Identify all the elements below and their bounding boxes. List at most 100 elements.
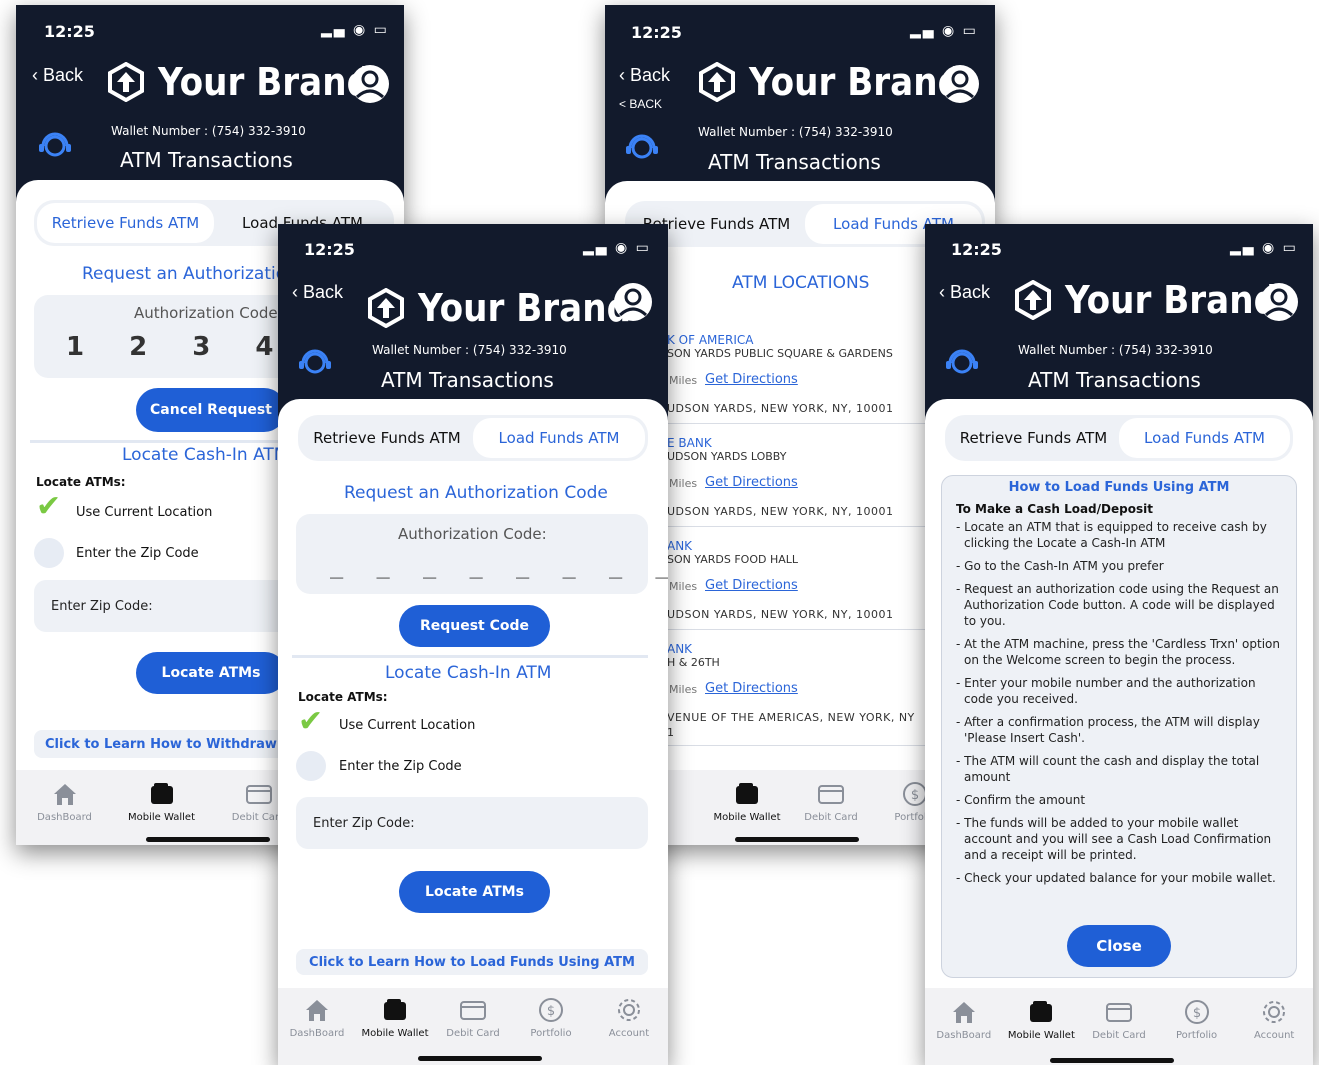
back-button[interactable]: ‹ Back	[939, 282, 990, 303]
learn-load-funds-link[interactable]: Click to Learn How to Load Funds Using A…	[296, 949, 648, 975]
wallet-number: Wallet Number : (754) 332-3910	[1018, 343, 1213, 357]
nav-portfolio[interactable]: $ Portfolio	[512, 996, 590, 1065]
instruction-step: - Locate an ATM that is equipped to rece…	[956, 520, 1267, 550]
auth-code-placeholder: _ _ _ _ _ _ _ _	[330, 554, 668, 579]
svg-text:$: $	[911, 788, 919, 803]
cancel-request-button[interactable]: Cancel Request	[136, 388, 286, 432]
back-button[interactable]: ‹ Back	[292, 282, 343, 303]
nav-dashboard[interactable]: DashBoard	[278, 996, 356, 1065]
enter-zip-option[interactable]: Enter the Zip Code	[76, 546, 199, 561]
atm-distance: Miles	[669, 683, 698, 696]
back-button[interactable]: ‹ Back	[32, 65, 83, 86]
auth-code-label: Authorization Code:	[398, 525, 547, 543]
close-button[interactable]: Close	[1067, 925, 1171, 967]
tab-load-funds[interactable]: Load Funds ATM	[1119, 418, 1290, 458]
support-headset-icon[interactable]	[623, 129, 661, 167]
atm-locations-title: ATM LOCATIONS	[732, 273, 870, 293]
instruction-step: - Enter your mobile number and the autho…	[956, 676, 1256, 706]
screen-title: ATM Transactions	[120, 148, 293, 172]
atm-address-line-2: 1	[667, 726, 675, 739]
zip-code-radio[interactable]	[34, 538, 64, 568]
app-header: 12:25 ▂▄ ◉ ▭ ‹ Back < BACK Your Brand Wa…	[605, 5, 995, 205]
atm-location-name: H & 26TH	[667, 656, 720, 669]
instruction-step: - Check your updated balance for your mo…	[956, 871, 1276, 885]
auth-code-panel: Authorization Code: _ _ _ _ _ _ _ _	[296, 514, 668, 594]
wallet-icon	[150, 783, 173, 804]
instruction-step: - Request an authorization code using th…	[956, 582, 1279, 628]
nav-portfolio-label: Portfolio	[1176, 1030, 1218, 1041]
locate-atms-button[interactable]: Locate ATMs	[136, 652, 286, 694]
nav-mobile-wallet[interactable]: Mobile Wallet	[122, 780, 202, 845]
phone-screen-how-to-modal: 12:25 ▂▄ ◉ ▭ ‹ Back Your Brand Wallet Nu…	[925, 224, 1313, 1065]
brand-name: Your Brand	[418, 286, 632, 330]
locate-atms-button[interactable]: Locate ATMs	[399, 871, 550, 913]
modal-title: How to Load Funds Using ATM	[1008, 480, 1230, 495]
zip-code-input[interactable]: Enter Zip Code:	[296, 797, 648, 849]
instruction-step: - Confirm the amount	[956, 793, 1086, 807]
tab-retrieve-funds[interactable]: Retrieve Funds ATM	[37, 203, 214, 243]
get-directions-link[interactable]: Get Directions	[705, 475, 798, 490]
nav-debit-card[interactable]: Debit Card	[434, 996, 512, 1065]
nav-account-label: Account	[608, 1028, 650, 1039]
how-to-load-modal: How to Load Funds Using ATM To Make a Ca…	[941, 475, 1297, 978]
nav-dashboard-label: DashBoard	[936, 1030, 992, 1041]
locate-atms-label: Locate ATMs:	[36, 475, 126, 489]
nav-mobile-wallet-label: Mobile Wallet	[361, 1028, 429, 1039]
request-code-button[interactable]: Request Code	[399, 605, 550, 647]
atm-bank-name: K OF AMERICA	[667, 333, 754, 347]
svg-text:$: $	[547, 1004, 555, 1019]
tab-retrieve-funds[interactable]: Retrieve Funds ATM	[301, 418, 473, 458]
card-icon	[245, 785, 272, 804]
nav-portfolio[interactable]: $ Portfolio	[1158, 998, 1236, 1065]
status-icons: ▂▄ ◉ ▭	[1230, 240, 1298, 256]
enter-zip-option[interactable]: Enter the Zip Code	[339, 759, 462, 774]
bottom-nav: DashBoard Mobile Wallet Debit Card $ Por…	[278, 988, 668, 1065]
dollar-coin-icon: $	[1184, 1000, 1209, 1024]
get-directions-link[interactable]: Get Directions	[705, 372, 798, 387]
instruction-step: - The ATM will count the cash and displa…	[956, 754, 1260, 784]
zip-code-radio[interactable]	[296, 751, 326, 781]
tab-retrieve-funds[interactable]: Retrieve Funds ATM	[948, 418, 1119, 458]
get-directions-link[interactable]: Get Directions	[705, 681, 798, 696]
nav-dashboard[interactable]: DashBoard	[925, 998, 1003, 1065]
brand-logo-icon	[1015, 280, 1051, 320]
wallet-icon	[1030, 1001, 1053, 1022]
get-directions-link[interactable]: Get Directions	[705, 578, 798, 593]
home-indicator	[418, 1056, 542, 1061]
nav-mobile-wallet[interactable]: Mobile Wallet	[1003, 998, 1081, 1065]
support-headset-icon[interactable]	[296, 344, 334, 382]
checkmark-icon[interactable]: ✔	[298, 707, 323, 737]
atm-bank-name: E BANK	[667, 436, 712, 450]
checkmark-icon[interactable]: ✔	[36, 492, 61, 522]
profile-avatar-icon[interactable]	[349, 63, 391, 105]
status-icons: ▂▄ ◉ ▭	[321, 22, 389, 38]
locate-atms-label: Locate ATMs:	[298, 690, 388, 704]
screen-title: ATM Transactions	[381, 368, 554, 392]
nav-mobile-wallet[interactable]: Mobile Wallet	[356, 996, 434, 1065]
status-time: 12:25	[304, 240, 355, 259]
support-headset-icon[interactable]	[36, 127, 74, 165]
brand-logo-icon	[368, 288, 404, 328]
support-headset-icon[interactable]	[943, 344, 981, 382]
status-time: 12:25	[951, 240, 1002, 259]
nav-debit-card-label: Debit Card	[804, 812, 858, 823]
nav-account[interactable]: Account	[1235, 998, 1313, 1065]
nav-account[interactable]: Account	[590, 996, 668, 1065]
nav-debit-card-label: Debit Card	[446, 1028, 500, 1039]
phone-screen-load-funds: 12:25 ▂▄ ◉ ▭ ‹ Back Your Brand Wallet Nu…	[278, 224, 668, 1065]
atm-tabs: Retrieve Funds ATM Load Funds ATM	[298, 415, 648, 461]
nav-dashboard[interactable]: DashBoard	[25, 780, 105, 845]
back-button[interactable]: ‹ Back	[619, 65, 670, 86]
nav-debit-card[interactable]: Debit Card	[791, 780, 871, 845]
home-icon	[952, 1002, 975, 1023]
nav-debit-card[interactable]: Debit Card	[1080, 998, 1158, 1065]
home-indicator	[146, 837, 270, 842]
use-current-location-option[interactable]: Use Current Location	[339, 718, 475, 733]
use-current-location-option[interactable]: Use Current Location	[76, 505, 212, 520]
profile-avatar-icon[interactable]	[939, 63, 981, 105]
nav-mobile-wallet[interactable]: Mobile Wallet	[707, 780, 787, 845]
tab-load-funds[interactable]: Load Funds ATM	[473, 418, 645, 458]
profile-avatar-icon[interactable]	[612, 281, 654, 323]
profile-avatar-icon[interactable]	[1258, 281, 1300, 323]
back-small-button[interactable]: < BACK	[619, 97, 662, 111]
